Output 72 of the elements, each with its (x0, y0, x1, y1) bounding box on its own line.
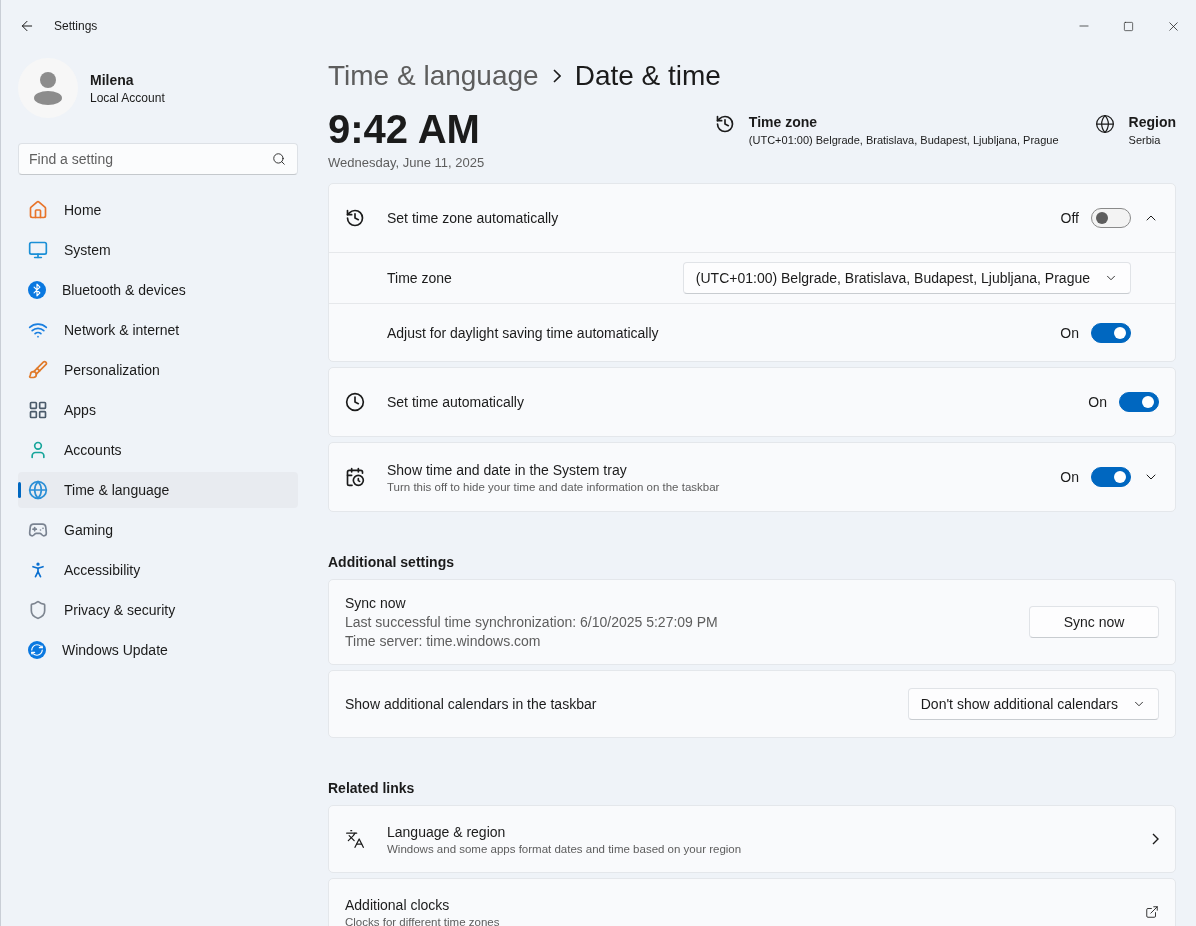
setting-title: Set time automatically (387, 394, 525, 410)
current-time: 9:42 AM (328, 106, 481, 152)
calendar-clock-icon (345, 467, 365, 487)
setting-title: Adjust for daylight saving time automatically (387, 324, 660, 341)
dropdown[interactable]: (UTC+01:00) Belgrade, Bratislava, Budapest, Ljubljana, Prague (682, 262, 1131, 294)
setting-detail: Last successful time synchronization: 6/10/2025 5:27:09 PM (345, 614, 719, 630)
toggle-state-label: On (1088, 394, 1107, 410)
page-title: Date & time (574, 60, 721, 92)
home-icon (28, 200, 48, 220)
clock-icon (345, 392, 365, 412)
user-name: Milena (90, 71, 135, 88)
toggle-state-label: On (1060, 469, 1079, 485)
section-heading: Additional settings (328, 554, 455, 570)
dropdown[interactable]: Don't show additional calendars (907, 688, 1159, 720)
setting-title: Language & region (387, 823, 507, 840)
sidebar-item[interactable]: Home (18, 192, 298, 228)
sidebar-item[interactable]: Windows Update (18, 632, 298, 668)
toggle-switch[interactable] (1091, 208, 1131, 228)
globe-icon (28, 480, 48, 500)
globe-icon (1094, 114, 1115, 134)
refresh-icon (28, 641, 46, 659)
setting-description: Windows and some apps format dates and time based on your region (387, 842, 743, 855)
person-icon (28, 440, 48, 460)
wifi-icon (28, 320, 48, 340)
language-icon (345, 829, 365, 849)
sidebar-item[interactable]: Apps (18, 392, 298, 428)
sidebar-item[interactable]: Accessibility (18, 552, 298, 588)
toggle-state-label: On (1060, 324, 1079, 341)
info-value: (UTC+01:00) Belgrade, Bratislava, Budapest, Ljubljana, Prague (748, 134, 1059, 146)
current-date: Wednesday, June 11, 2025 (328, 155, 486, 170)
setting-description: Clocks for different time zones (345, 915, 501, 926)
setting-title: Time zone (387, 270, 453, 286)
toggle-switch[interactable] (1091, 467, 1131, 487)
sidebar-item[interactable]: Gaming (18, 512, 298, 548)
gamepad-icon (28, 520, 48, 540)
account-type: Local Account (90, 90, 165, 105)
setting-description: Turn this off to hide your time and date information on the taskbar (387, 480, 721, 493)
toggle-switch[interactable] (1091, 322, 1131, 343)
toggle-state-label: Off (1060, 210, 1079, 226)
setting-title: Show time and date in the System tray (387, 461, 628, 478)
brush-icon (28, 360, 48, 380)
sync-button[interactable]: Sync now (1029, 606, 1159, 638)
sidebar-item[interactable]: Bluetooth & devices (18, 272, 298, 308)
sidebar-item[interactable]: Privacy & security (18, 592, 298, 628)
setting-detail: Time server: time.windows.com (345, 633, 542, 649)
settings-card[interactable]: Additional clocks Clocks for different time zones (328, 878, 1176, 926)
sidebar-item[interactable]: Accounts (18, 432, 298, 468)
chevron-right-icon (552, 69, 561, 83)
setting-title: Set time zone automatically (387, 210, 560, 226)
setting-title: Additional clocks (345, 896, 451, 913)
apps-icon (28, 400, 48, 420)
search-field[interactable]: Find a setting (18, 143, 298, 175)
sidebar-item[interactable]: Network & internet (18, 312, 298, 348)
bluetooth-icon (28, 281, 46, 299)
shield-icon (28, 600, 48, 620)
monitor-icon (28, 240, 48, 260)
window-title: Settings (54, 19, 99, 33)
sidebar-item[interactable]: Personalization (18, 352, 298, 388)
toggle-switch[interactable] (1119, 392, 1159, 412)
maximize-icon (1123, 20, 1134, 32)
info-title: Region (1128, 114, 1176, 130)
sidebar-item[interactable]: System (18, 232, 298, 268)
breadcrumb-link[interactable]: Time & language (328, 60, 539, 92)
section-heading: Related links (328, 780, 416, 796)
search-icon (272, 152, 286, 166)
settings-card[interactable]: Language & region Windows and some apps format dates and time based on your region (328, 805, 1176, 873)
sidebar-item[interactable]: Time & language (18, 472, 298, 508)
setting-title: Sync now (345, 595, 407, 611)
info-title: Time zone (748, 114, 819, 130)
info-value: Serbia (1128, 134, 1162, 146)
back-button[interactable] (19, 18, 35, 34)
setting-title: Show additional calendars in the taskbar (345, 696, 598, 712)
